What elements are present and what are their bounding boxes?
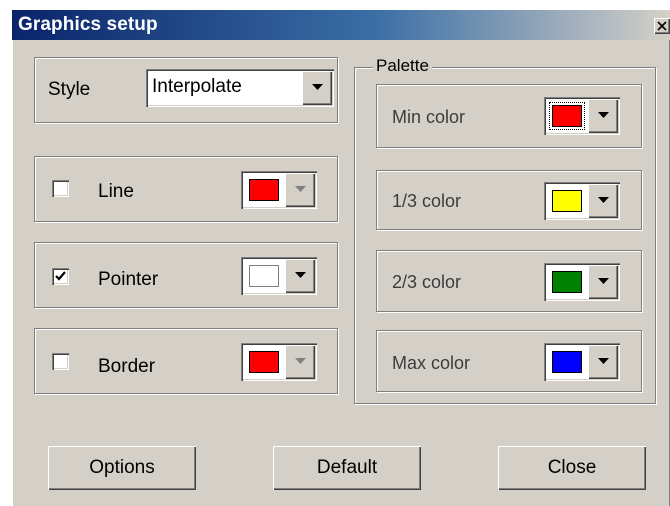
- chevron-down-icon: [598, 197, 609, 203]
- chevron-down-icon: [295, 186, 306, 192]
- max-color-picker[interactable]: [544, 343, 620, 381]
- close-icon: [657, 21, 667, 31]
- border-panel: Border: [34, 328, 338, 394]
- pointer-color-swatch: [249, 265, 279, 287]
- default-button[interactable]: Default: [273, 446, 421, 490]
- pointer-panel: Pointer: [34, 242, 338, 308]
- line-checkbox[interactable]: [52, 180, 69, 197]
- max-color-panel: Max color: [376, 330, 642, 392]
- palette-group: Palette Min color 1/3 color 2/3 color Ma…: [354, 56, 656, 404]
- border-label: Border: [98, 356, 156, 377]
- two-thirds-color-label: 2/3 color: [392, 272, 462, 292]
- options-button[interactable]: Options: [48, 446, 196, 490]
- pointer-label: Pointer: [98, 269, 159, 290]
- close-window-button[interactable]: [654, 18, 670, 34]
- style-select-value: Interpolate: [152, 76, 242, 97]
- min-color-swatch: [549, 102, 585, 130]
- chevron-down-icon: [312, 84, 323, 90]
- chevron-down-icon: [295, 272, 306, 278]
- line-color-dropdown-button: [285, 173, 315, 207]
- border-color-picker: [241, 343, 317, 381]
- max-color-swatch: [552, 351, 582, 373]
- style-dropdown-button[interactable]: [302, 71, 332, 105]
- one-third-color-label: 1/3 color: [392, 191, 462, 211]
- line-panel: Line: [34, 156, 338, 222]
- max-color-dropdown-button[interactable]: [588, 345, 618, 379]
- style-panel: Style Interpolate: [34, 57, 338, 123]
- chevron-down-icon: [598, 112, 609, 118]
- two-thirds-color-picker[interactable]: [544, 263, 620, 301]
- palette-title: Palette: [373, 56, 432, 76]
- graphics-setup-dialog: Graphics setup Style Interpolate Line Po…: [12, 10, 670, 506]
- line-label: Line: [98, 181, 134, 202]
- one-third-color-panel: 1/3 color: [376, 170, 642, 230]
- line-color-swatch: [249, 179, 279, 201]
- style-select[interactable]: Interpolate: [146, 69, 334, 107]
- border-checkbox[interactable]: [52, 353, 69, 370]
- min-color-panel: Min color: [376, 84, 642, 148]
- chevron-down-icon: [295, 358, 306, 364]
- line-color-picker: [241, 171, 317, 209]
- border-color-dropdown-button: [285, 345, 315, 379]
- pointer-color-dropdown-button[interactable]: [285, 259, 315, 293]
- two-thirds-color-dropdown-button[interactable]: [588, 265, 618, 299]
- pointer-color-picker[interactable]: [241, 257, 317, 295]
- border-color-swatch: [249, 351, 279, 373]
- title-bar[interactable]: Graphics setup: [12, 10, 670, 40]
- one-third-color-picker[interactable]: [544, 182, 620, 220]
- min-color-picker[interactable]: [544, 97, 620, 135]
- two-thirds-color-swatch: [552, 271, 582, 293]
- chevron-down-icon: [598, 358, 609, 364]
- max-color-label: Max color: [392, 353, 471, 373]
- window-title: Graphics setup: [18, 14, 158, 35]
- style-label: Style: [48, 79, 91, 100]
- pointer-checkbox[interactable]: [52, 268, 69, 285]
- two-thirds-color-panel: 2/3 color: [376, 250, 642, 312]
- one-third-color-dropdown-button[interactable]: [588, 184, 618, 218]
- close-button[interactable]: Close: [498, 446, 646, 490]
- min-color-label: Min color: [392, 107, 466, 127]
- min-color-dropdown-button[interactable]: [588, 99, 618, 133]
- one-third-color-swatch: [552, 190, 582, 212]
- checkmark-icon: [55, 271, 66, 281]
- chevron-down-icon: [598, 278, 609, 284]
